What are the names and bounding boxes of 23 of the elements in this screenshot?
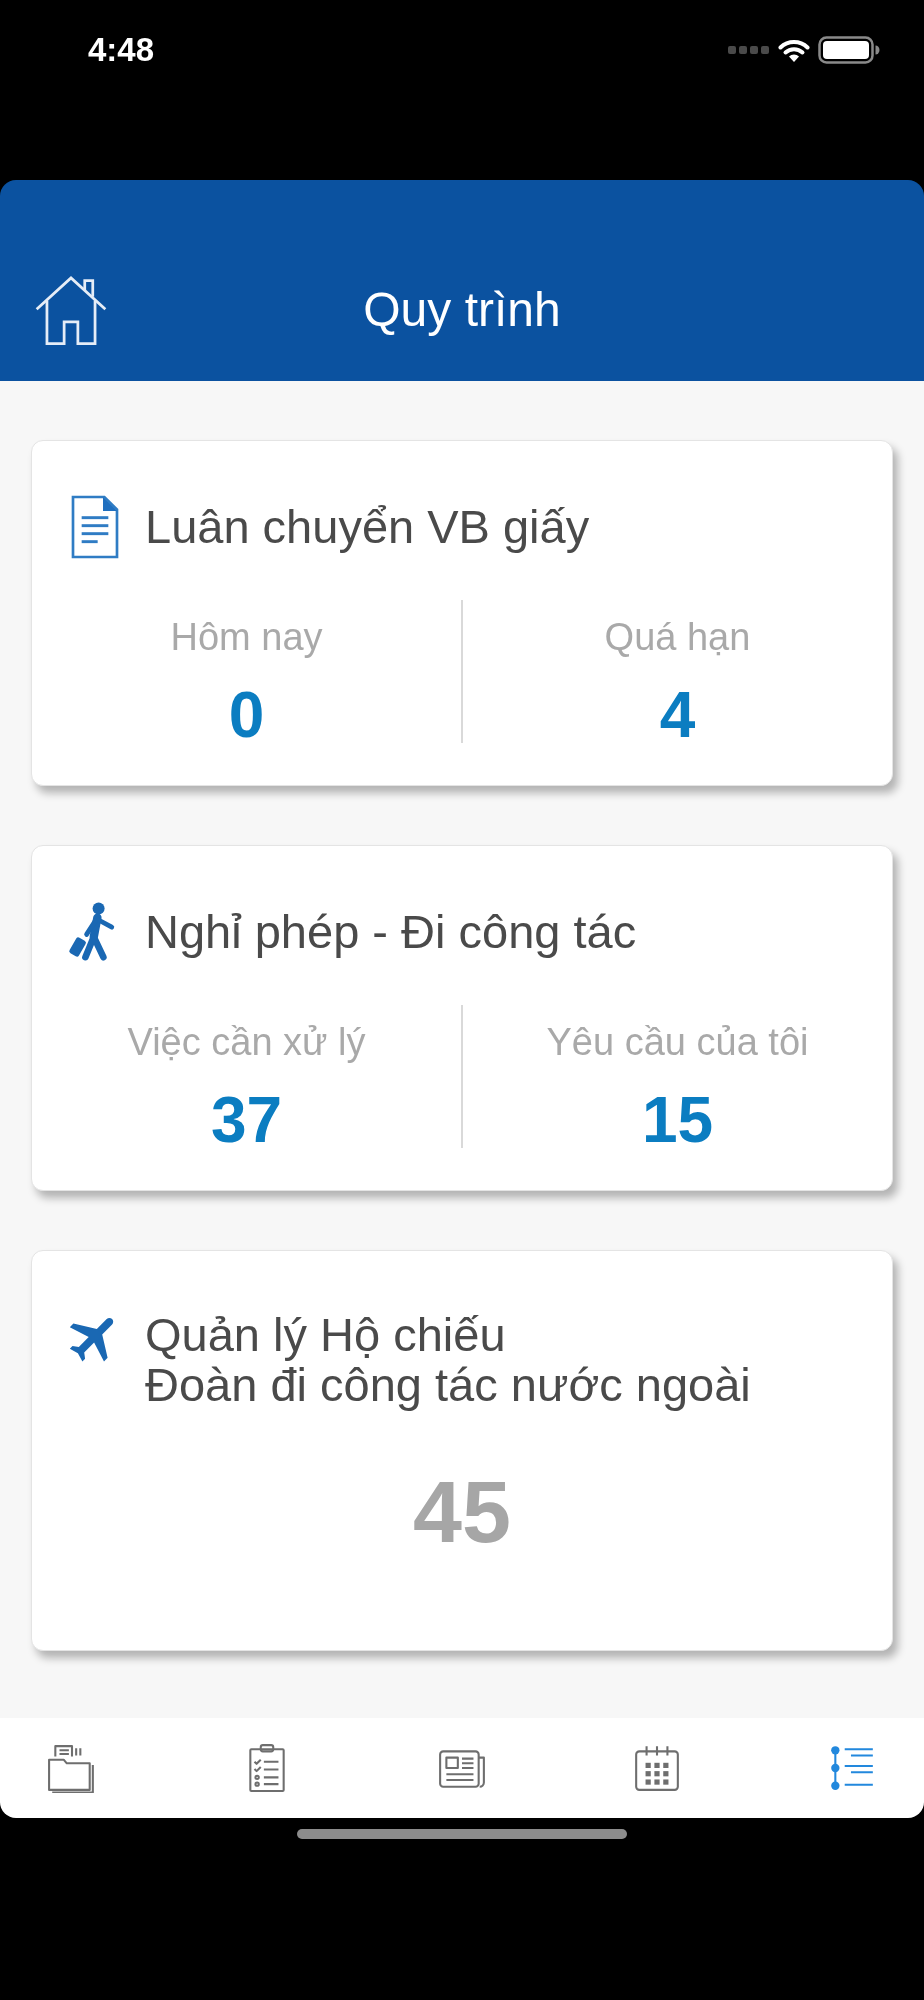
home-button[interactable] bbox=[34, 274, 108, 346]
header-title: Quy trình bbox=[363, 282, 561, 338]
stat-value: 0 bbox=[228, 680, 265, 750]
card-title: Quản lý Hộ chiếu Đoàn đi công tác nước ngoài bbox=[145, 1310, 751, 1410]
home-icon bbox=[34, 274, 108, 346]
stat-value: 4 bbox=[659, 680, 696, 750]
battery-icon bbox=[818, 36, 880, 64]
document-icon bbox=[71, 495, 119, 559]
stat-value: 37 bbox=[210, 1085, 283, 1155]
module-card[interactable]: Nghỉ phép - Đi công tác Việc cần xử lý 37 Yêu cầu của tôi 15 bbox=[31, 845, 893, 1191]
card-title: Luân chuyển VB giấy bbox=[145, 499, 590, 555]
module-card[interactable]: Quản lý Hộ chiếu Đoàn đi công tác nước ngoài 45 bbox=[31, 1250, 893, 1651]
stat-label: Quá hạn bbox=[604, 615, 751, 660]
count-value: 45 bbox=[413, 1462, 511, 1562]
wifi-icon bbox=[778, 38, 810, 62]
card-title: Nghỉ phép - Đi công tác bbox=[145, 904, 637, 960]
signal-icon bbox=[728, 46, 770, 54]
stat-label: Hôm nay bbox=[170, 615, 323, 660]
stat-label: Yêu cầu của tôi bbox=[546, 1020, 809, 1065]
stat-value: 15 bbox=[641, 1085, 714, 1155]
stat-label: Việc cần xử lý bbox=[127, 1020, 366, 1065]
status-time: 4:48 bbox=[88, 30, 155, 70]
module-card[interactable]: Luân chuyển VB giấy Hôm nay 0 Quá hạn 4 bbox=[31, 440, 893, 786]
